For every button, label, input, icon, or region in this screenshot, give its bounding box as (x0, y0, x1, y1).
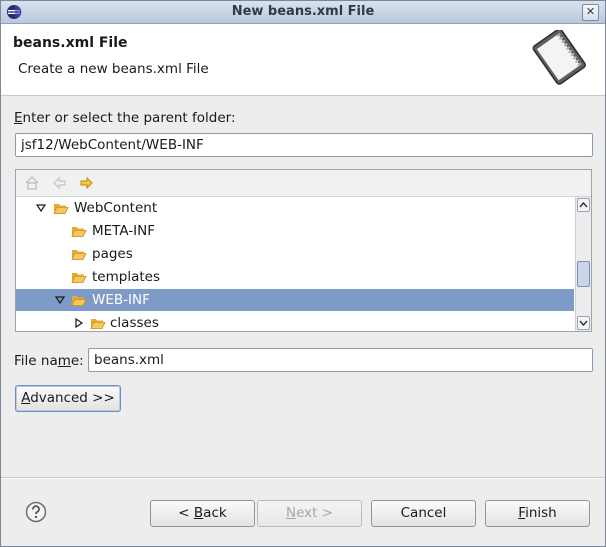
file-name-input[interactable] (88, 348, 593, 372)
close-button[interactable]: ✕ (582, 4, 599, 21)
page-title: beans.xml File (13, 35, 128, 51)
chevron-up-icon (579, 201, 588, 208)
folder-icon (71, 250, 87, 260)
window-title: New beans.xml File (231, 4, 375, 19)
new-file-wizard-icon (532, 30, 586, 85)
tree-item-meta-inf[interactable]: META-INF (16, 220, 574, 242)
parent-folder-input[interactable] (15, 133, 593, 157)
next-button[interactable]: Next > (257, 500, 362, 527)
scroll-up-button[interactable] (577, 198, 590, 212)
tree-item-webcontent[interactable]: WebContent (16, 197, 574, 219)
scroll-thumb[interactable] (577, 261, 590, 287)
parent-folder-label: Enter or select the parent folder: (14, 110, 236, 126)
folder-icon (71, 273, 87, 283)
advanced-button[interactable]: Advanced >> (15, 385, 121, 412)
dialog-window: New beans.xml File ✕ beans.xml File Crea… (0, 0, 606, 547)
help-icon[interactable] (25, 501, 47, 523)
tree-item-label: WEB-INF (92, 292, 150, 308)
open-folder-icon (53, 204, 69, 214)
scroll-down-button[interactable] (577, 316, 590, 330)
button-bar-separator (1, 477, 605, 479)
page-description: Create a new beans.xml File (18, 61, 209, 77)
cancel-button[interactable]: Cancel (371, 500, 476, 527)
back-button[interactable]: < Back (150, 500, 255, 527)
tree-item-pages[interactable]: pages (16, 243, 574, 265)
tree-item-label: META-INF (92, 223, 156, 239)
tree-item-templates[interactable]: templates (16, 266, 574, 288)
tree-item-label: pages (92, 246, 133, 262)
folder-icon (90, 319, 106, 329)
folder-tree[interactable]: WebContent META-INF pages templates WEB-… (15, 169, 592, 332)
back-arrow-icon[interactable] (51, 175, 67, 191)
tree-rows: WebContent META-INF pages templates WEB-… (16, 197, 574, 331)
expanded-chevron-icon[interactable] (55, 295, 65, 305)
tree-item-label: templates (92, 269, 160, 285)
tree-item-classes[interactable]: classes (16, 312, 574, 331)
wizard-header: beans.xml File Create a new beans.xml Fi… (1, 24, 605, 96)
folder-icon (71, 227, 87, 237)
tree-item-web-inf[interactable]: WEB-INF (16, 289, 574, 311)
finish-button[interactable]: Finish (485, 500, 590, 527)
home-icon[interactable] (24, 175, 40, 191)
open-folder-icon (71, 296, 87, 306)
tree-item-label: WebContent (74, 200, 158, 216)
forward-arrow-icon[interactable] (79, 175, 95, 191)
collapsed-chevron-icon[interactable] (74, 318, 84, 328)
tree-item-label: classes (110, 315, 159, 331)
expanded-chevron-icon[interactable] (36, 203, 46, 213)
tree-toolbar (16, 170, 591, 197)
file-name-label: File name: (14, 353, 84, 369)
chevron-down-icon (579, 320, 588, 327)
title-bar[interactable]: New beans.xml File ✕ (1, 1, 605, 24)
tree-vertical-scrollbar[interactable] (575, 197, 591, 331)
